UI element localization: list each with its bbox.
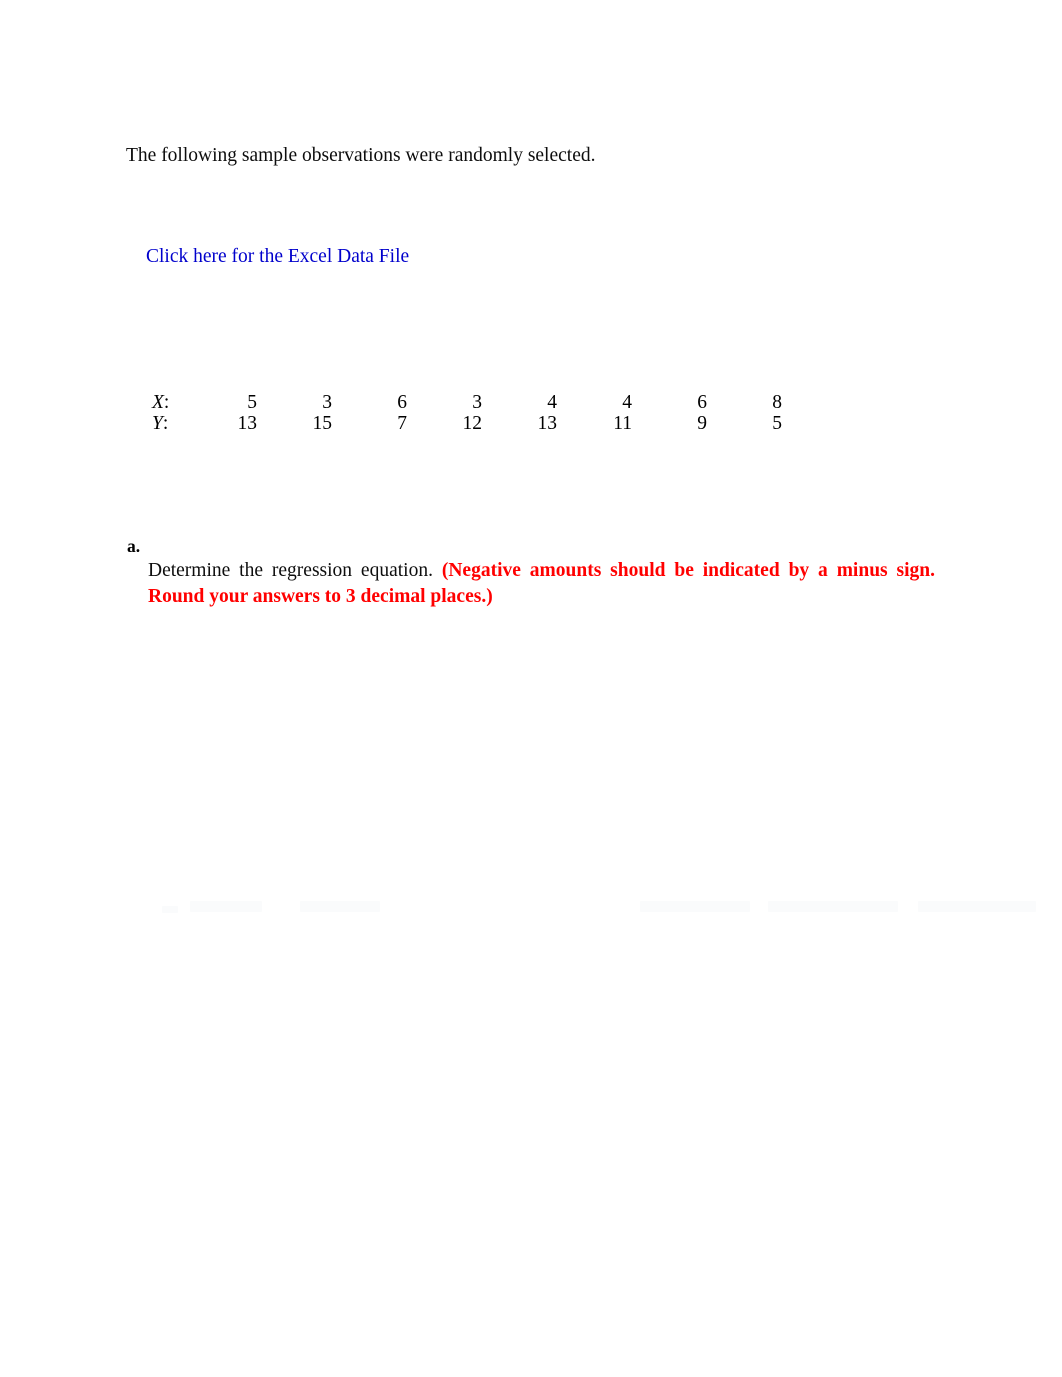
cell-y-1: 13 [237, 413, 258, 434]
faint-artifact [918, 901, 1036, 912]
question-marker-a: a. [127, 536, 141, 556]
variable-y-symbol: Y [152, 413, 163, 434]
table-row-x: X: 5 3 6 3 4 4 6 8 [152, 392, 782, 413]
faint-artifact [190, 901, 262, 912]
excel-data-file-link[interactable]: Click here for the Excel Data File [146, 246, 409, 267]
observations-table: X: 5 3 6 3 4 4 6 8 Y: 13 15 7 12 13 11 9… [152, 392, 782, 434]
question-a-body: Determine the regression equation. (Nega… [148, 558, 935, 610]
faint-artifact [640, 901, 750, 912]
cell-y-8: 5 [772, 413, 782, 434]
question-prompt-text: Determine the regression equation. [148, 560, 442, 581]
cell-x-6: 4 [622, 392, 632, 413]
table-row-y: Y: 13 15 7 12 13 11 9 5 [152, 413, 782, 434]
cell-y-5: 13 [537, 413, 558, 434]
variable-x-symbol: X [152, 392, 164, 413]
cell-x-3: 6 [397, 392, 407, 413]
cell-y-2: 15 [312, 413, 333, 434]
faint-artifact [768, 901, 898, 912]
cell-y-7: 9 [697, 413, 707, 434]
cell-y-3: 7 [397, 413, 407, 434]
row-y-colon: : [162, 413, 169, 434]
row-label-y: Y: [152, 413, 182, 434]
cell-x-1: 5 [247, 392, 257, 413]
cell-x-8: 8 [772, 392, 782, 413]
faint-artifact [300, 901, 380, 912]
excel-link-container: Click here for the Excel Data File [146, 244, 409, 270]
cell-x-7: 6 [697, 392, 707, 413]
row-label-x: X: [152, 392, 182, 413]
cell-x-2: 3 [322, 392, 332, 413]
intro-paragraph: The following sample observations were r… [126, 144, 596, 166]
row-x-colon: : [163, 392, 170, 413]
cell-y-6: 11 [613, 413, 632, 434]
cell-x-4: 3 [472, 392, 482, 413]
cell-x-5: 4 [547, 392, 557, 413]
document-page: The following sample observations were r… [0, 0, 1062, 1377]
cell-y-4: 12 [462, 413, 483, 434]
faint-artifact [162, 906, 178, 913]
